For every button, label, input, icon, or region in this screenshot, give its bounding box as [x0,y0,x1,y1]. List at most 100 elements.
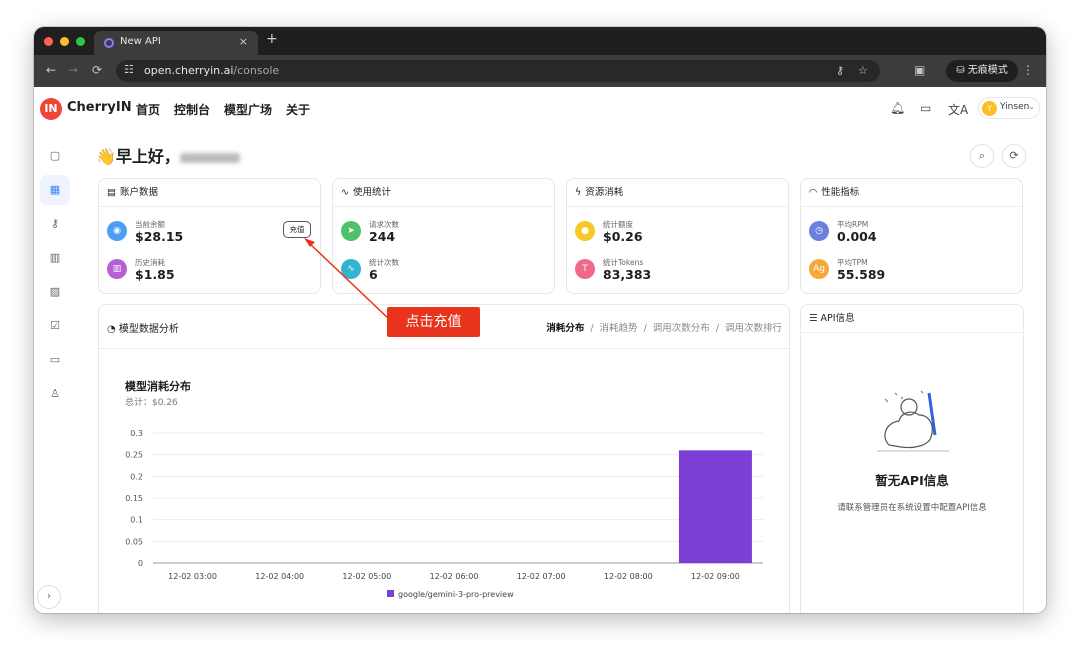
brand-name[interactable]: CherryIN [67,100,132,115]
consumption-bar-chart: 0 0.05 0.1 0.15 0.2 0.25 0.3 12-02 03:00 12-02 0… [125,429,763,599]
quota-value: $0.26 [603,229,643,244]
account-card-header: ▤ 账户数据 [99,179,320,207]
browser-window: New API × + ← → ⟳ ☷ open.cherryin.ai/con… [34,27,1046,613]
resource-card-title: 资源消耗 [585,187,624,198]
history-consumption-value: $1.85 [135,267,175,282]
tab-strip: New API × + [34,27,1046,55]
app-header: IN CherryIN 首页 控制台 模型广场 关于 🔔︎ ▭ 文A Y Yin… [34,87,1046,131]
tokens-value: 83,383 [603,267,652,282]
chevron-down-icon: ⌄ [1028,102,1035,111]
requests-value: 244 [369,229,396,244]
greeting-text: 👋早上好， [96,147,180,166]
tab-consumption-trend[interactable]: 消耗趋势 [600,323,638,334]
nav-about[interactable]: 关于 [286,101,310,118]
url-path: /console [233,64,280,77]
new-tab-icon[interactable]: + [266,31,278,47]
sidebar-expand-chevron-icon[interactable]: › [37,585,61,609]
y-tick-label: 0.05 [125,537,143,546]
account-card-title: 账户数据 [119,187,158,198]
incognito-badge[interactable]: ⛁ 无痕模式 [946,60,1018,82]
tab-separator: / [715,323,719,334]
search-icon[interactable]: ⌕ [970,144,994,168]
usage-card-title: 使用统计 [352,187,391,198]
api-empty-description: 请联系管理员在系统设置中配置API信息 [837,503,987,513]
tab-consumption-distribution[interactable]: 消耗分布 [546,323,584,334]
sidebar-user-icon[interactable]: ♙ [40,379,70,409]
browser-menu-icon[interactable]: ⋮ [1022,63,1034,77]
usage-stats-card: ∿ 使用统计 ➤ 请求次数 244 ∿ 统计次数 6 [332,178,555,294]
x-tick-label: 12-02 03:00 [168,572,217,581]
site-favicon-icon [104,38,114,48]
y-tick-label: 0.3 [130,429,143,438]
pie-chart-icon: ◔ [107,324,119,335]
sidebar-wallet-icon[interactable]: ▭ [40,345,70,375]
text-token-icon: T [575,259,595,279]
y-tick-label: 0 [138,559,143,568]
x-tick-label: 12-02 07:00 [517,572,566,581]
maximize-window-button[interactable] [76,37,85,46]
wallet-icon: ▤ [107,187,116,198]
performance-card: ◠ 性能指标 ◷ 平均RPM 0.004 Ag 平均TPM 55.589 [800,178,1023,294]
legend-label: google/gemini-3-pro-preview [398,590,514,599]
forward-arrow-icon[interactable]: → [68,63,78,77]
sidebar-terminal-icon[interactable]: ▢ [40,141,70,171]
tpm-value: 55.589 [837,267,886,282]
tab-call-distribution[interactable]: 调用次数分布 [653,323,710,334]
api-info-panel: ☰ API信息 暂无API信息 请联系管理员在系统设置中配置API信息 [800,304,1024,613]
usage-card-header: ∿ 使用统计 [333,179,554,207]
url-text: open.cherryin.ai/console [144,64,279,77]
tab-title: New API [120,36,161,47]
api-info-header: ☰ API信息 [801,305,1023,333]
sidebar-task-icon[interactable]: ☑ [40,311,70,341]
annotation-callout: 点击充值 [387,307,480,337]
x-tick-label: 12-02 06:00 [430,572,479,581]
chart-title: 模型消耗分布 [125,380,191,393]
incognito-icon: ⛁ [956,65,968,76]
tab-close-icon[interactable]: × [239,35,248,48]
back-arrow-icon[interactable]: ← [46,63,56,77]
minimize-window-button[interactable] [60,37,69,46]
refresh-icon[interactable]: ⟳ [1002,144,1026,168]
y-tick-label: 0.1 [130,516,143,525]
blurred-username [179,152,240,163]
tab-separator: / [643,323,647,334]
nav-home[interactable]: 首页 [136,101,160,118]
url-field[interactable]: ☷ open.cherryin.ai/console ⚷ ☆ [116,60,880,82]
brand-logo[interactable]: IN [40,98,62,120]
bar-chart-icon: ▥ [107,259,127,279]
legend-swatch [387,590,394,597]
resource-consumption-card: ϟ 资源消耗 ● 统计额度 $0.26 T 统计Tokens 83,383 [566,178,789,294]
tab-call-ranking[interactable]: 调用次数排行 [725,323,782,334]
tab-search-icon[interactable]: ▣ [914,63,925,77]
close-window-button[interactable] [44,37,53,46]
sidebar-chart-icon[interactable]: ▥ [40,243,70,273]
notification-bell-icon[interactable]: 🔔︎ [890,101,905,115]
display-monitor-icon[interactable]: ▭ [920,101,931,115]
coin-icon: ● [575,221,595,241]
lightning-icon: ϟ [575,187,582,198]
greeting: 👋早上好， [96,143,240,167]
bookmark-star-icon[interactable]: ☆ [858,64,868,77]
x-tick-label: 12-02 08:00 [604,572,653,581]
sidebar-image-icon[interactable]: ▨ [40,277,70,307]
user-menu[interactable]: Y Yinsen ⌄ [978,97,1040,119]
url-host: open.cherryin.ai [144,64,234,77]
nav-model-square[interactable]: 模型广场 [224,101,272,118]
sidebar-dashboard-icon[interactable]: ▦ [40,175,70,205]
address-bar-row: ← → ⟳ ☷ open.cherryin.ai/console ⚷ ☆ ▣ ⛁… [34,55,1046,87]
password-key-icon[interactable]: ⚷ [836,64,844,77]
browser-tab[interactable]: New API × [94,31,258,55]
site-settings-icon[interactable]: ☷ [124,63,134,76]
nav-console[interactable]: 控制台 [174,101,210,118]
current-balance-value: $28.15 [135,229,184,244]
recharge-button[interactable]: 充值 [283,221,311,238]
user-name: Yinsen [1000,102,1030,112]
sidebar-key-icon[interactable]: ⚷ [40,209,70,239]
x-tick-label: 12-02 09:00 [691,572,740,581]
analysis-title-text: 模型数据分析 [118,324,179,335]
reload-icon[interactable]: ⟳ [92,63,102,77]
y-tick-label: 0.25 [125,451,143,460]
activity-icon: ∿ [341,259,361,279]
x-tick-label: 12-02 05:00 [342,572,391,581]
language-translate-icon[interactable]: 文A [948,101,968,118]
